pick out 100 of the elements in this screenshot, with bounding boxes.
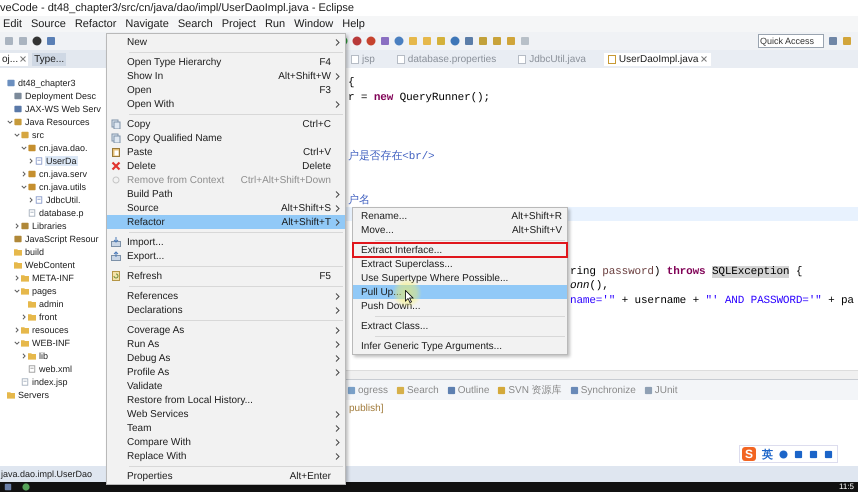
menu-item[interactable]: Debug As: [107, 351, 345, 365]
tree-item[interactable]: dt48_chapter3: [17, 78, 77, 88]
tree-item[interactable]: Servers: [17, 390, 50, 400]
code-line: 户是否存在<br/>: [348, 148, 435, 164]
menu-item[interactable]: Window: [294, 18, 334, 30]
input-mode[interactable]: 英: [762, 446, 774, 462]
chevron-down-icon[interactable]: [14, 132, 20, 138]
menu-item[interactable]: Help: [342, 18, 365, 30]
tree-item[interactable]: resouces: [31, 324, 70, 334]
menu-item[interactable]: Run: [264, 18, 286, 30]
chevron-right-icon[interactable]: [14, 274, 20, 280]
file-icon: [21, 378, 29, 386]
chevron-down-icon[interactable]: [21, 184, 27, 190]
menu-item[interactable]: Edit: [3, 18, 22, 30]
menu-item[interactable]: Search: [178, 18, 213, 30]
tree-item[interactable]: src: [31, 130, 45, 140]
tree-item[interactable]: cn.java.dao.: [38, 142, 89, 152]
chevron-right-icon[interactable]: [28, 196, 34, 202]
menu-item[interactable]: Push Down...: [353, 299, 567, 313]
tree-item[interactable]: index.jsp: [31, 376, 69, 386]
menu-item[interactable]: New: [107, 35, 345, 49]
tree-item[interactable]: cn.java.serv: [38, 168, 88, 178]
menu-item[interactable]: Run As: [107, 337, 345, 351]
close-icon[interactable]: [701, 56, 708, 62]
menu-item[interactable]: Use Supertype Where Possible...: [353, 271, 567, 285]
menu-item[interactable]: References: [107, 289, 345, 303]
menu-item[interactable]: Open With: [107, 97, 345, 111]
menu-item[interactable]: Declarations: [107, 303, 345, 317]
tree-item[interactable]: front: [38, 312, 58, 322]
chevron-right-icon[interactable]: [14, 222, 20, 228]
menu-item[interactable]: Extract Interface...: [353, 243, 567, 257]
menu-item[interactable]: Show In Alt+Shift+W: [107, 69, 345, 83]
tree-item[interactable]: WebContent: [24, 260, 76, 270]
chevron-right-icon[interactable]: [28, 158, 34, 164]
tree-item[interactable]: admin: [38, 298, 65, 308]
tree-item[interactable]: META-INF: [31, 272, 75, 282]
menu-item[interactable]: Web Services: [107, 407, 345, 421]
tree-item[interactable]: Deployment Desc: [24, 90, 98, 100]
menu-item[interactable]: Restore from Local History...: [107, 393, 345, 407]
cursor-icon: [405, 290, 414, 303]
menu-item[interactable]: Navigate: [125, 18, 169, 30]
menu-item[interactable]: Open F3: [107, 83, 345, 97]
menu-item[interactable]: Copy Qualified Name: [107, 131, 345, 145]
menu-item[interactable]: Extract Class...: [353, 319, 567, 333]
menu-item[interactable]: Source Alt+Shift+S: [107, 201, 345, 215]
chevron-down-icon[interactable]: [14, 288, 20, 294]
chevron-down-icon[interactable]: [7, 118, 13, 124]
menu-item[interactable]: Export...: [107, 249, 345, 263]
tree-item[interactable]: cn.java.utils: [38, 182, 88, 192]
menu-item[interactable]: Project: [222, 18, 256, 30]
tree-item[interactable]: JavaScript Resour: [24, 234, 100, 244]
editor-tab[interactable]: UserDaoImpl.java: [604, 52, 712, 66]
menu-item[interactable]: Replace With: [107, 449, 345, 463]
menu-item[interactable]: Extract Superclass...: [353, 257, 567, 271]
tree-item[interactable]: Libraries: [31, 220, 68, 230]
chevron-right-icon[interactable]: [21, 314, 27, 320]
chevron-right-icon[interactable]: [14, 326, 20, 332]
chevron-down-icon[interactable]: [14, 340, 20, 346]
tree-item[interactable]: database.p: [38, 208, 85, 218]
menu-item[interactable]: Pull Up...: [353, 285, 567, 299]
menu-item[interactable]: Source: [30, 18, 66, 30]
menu-item[interactable]: Copy Ctrl+C: [107, 117, 345, 131]
chevron-right-icon[interactable]: [21, 170, 27, 176]
tree-item[interactable]: Java Resources: [24, 116, 91, 126]
menu-item[interactable]: Validate: [107, 379, 345, 393]
menu-item[interactable]: Refactor: [74, 18, 116, 30]
copy-icon: [111, 133, 121, 143]
tree-item[interactable]: pages: [31, 286, 58, 296]
menu-item[interactable]: Delete Delete: [107, 159, 345, 173]
menu-item[interactable]: Coverage As: [107, 323, 345, 337]
menu-item[interactable]: Properties Alt+Enter: [107, 469, 345, 483]
chevron-down-icon[interactable]: [21, 144, 27, 150]
chevron-right-icon[interactable]: [21, 352, 27, 358]
menu-item[interactable]: Refactor Alt+Shift+T: [107, 215, 345, 229]
quick-access-field[interactable]: Quick Access: [758, 34, 824, 48]
close-icon[interactable]: [20, 56, 26, 62]
java-file-icon: [35, 196, 43, 204]
tree-item[interactable]: web.xml: [38, 364, 74, 374]
java-file-icon: [35, 156, 43, 164]
tree-item[interactable]: build: [24, 246, 46, 256]
delete-icon: [111, 161, 121, 171]
menu-item[interactable]: Team: [107, 421, 345, 435]
clipboard-icon: [111, 147, 121, 157]
menu-item[interactable]: Import...: [107, 235, 345, 249]
menu-item[interactable]: Compare With: [107, 435, 345, 449]
menu-item[interactable]: Open Type Hierarchy F4: [107, 55, 345, 69]
menu-item[interactable]: Refresh F5: [107, 269, 345, 283]
view-tab[interactable]: Type...: [32, 52, 66, 66]
tree-item[interactable]: JAX-WS Web Serv: [24, 104, 102, 114]
tree-item[interactable]: UserDa: [45, 156, 78, 166]
menu-item[interactable]: Paste Ctrl+V: [107, 145, 345, 159]
tree-item[interactable]: lib: [38, 350, 50, 360]
code-line: {: [348, 77, 354, 90]
code-line: 户名: [348, 192, 370, 207]
tree-item[interactable]: JdbcUtil.: [45, 194, 82, 204]
tree-item[interactable]: WEB-INF: [31, 338, 71, 348]
menu-item[interactable]: Move... Alt+Shift+V: [353, 223, 567, 237]
view-tab[interactable]: oj...: [0, 52, 28, 66]
menu-item[interactable]: Infer Generic Type Arguments...: [353, 339, 567, 353]
menu-item[interactable]: Build Path: [107, 187, 345, 201]
